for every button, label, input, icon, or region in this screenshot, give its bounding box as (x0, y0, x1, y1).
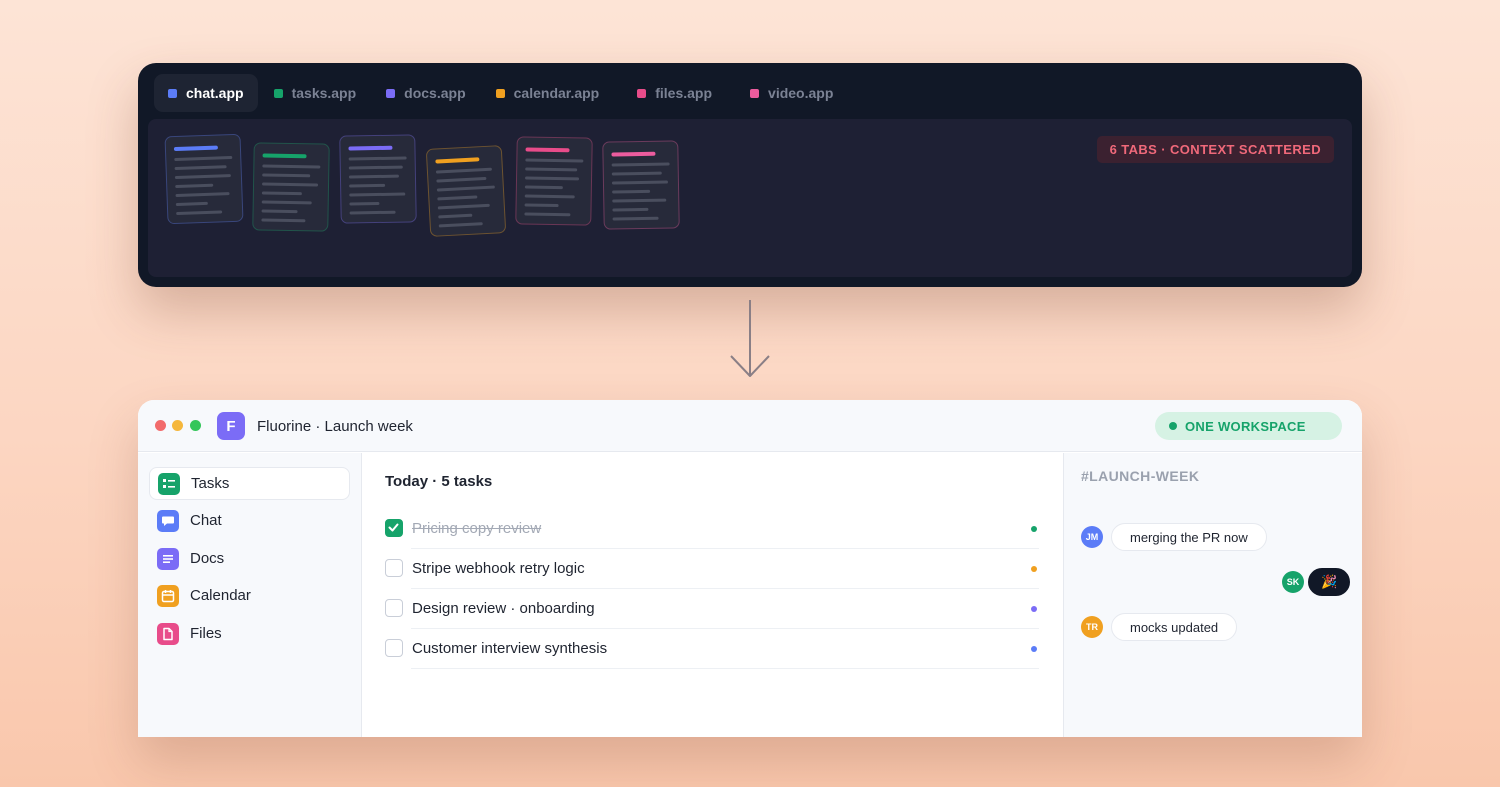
task-priority-dot (1031, 646, 1037, 652)
tab-calendar-app[interactable]: calendar.app (482, 74, 614, 112)
tab-chat-app[interactable]: chat.app (154, 74, 258, 112)
tab-label: chat.app (186, 85, 244, 101)
tab-tasks-app[interactable]: tasks.app (260, 74, 371, 112)
sidebar-item-calendar[interactable]: Calendar (149, 579, 350, 612)
arrow-down-icon (730, 300, 770, 377)
title-bar: F Fluorine · Launch week ONE WORKSPACE (138, 400, 1362, 452)
files-icon (157, 622, 179, 645)
avatar: SK (1282, 571, 1304, 593)
doc-card (252, 142, 330, 232)
minimize-window-button[interactable] (172, 420, 183, 431)
tab-color-icon (168, 88, 177, 98)
tasks-panel: Today · 5 tasks Pricing copy review Stri… (363, 453, 1063, 737)
close-window-button[interactable] (155, 420, 166, 431)
task-label: Customer interview synthesis (412, 640, 608, 657)
tasks-icon (158, 472, 180, 495)
task-checkbox[interactable] (385, 599, 403, 617)
tab-label: docs.app (404, 85, 466, 101)
browser-tab-bar: chat.app tasks.app docs.app calendar.app… (154, 73, 849, 113)
avatar: TR (1081, 616, 1103, 638)
browser-content: 6 TABS · CONTEXT SCATTERED (148, 119, 1352, 277)
chat-icon (157, 509, 179, 532)
task-row[interactable]: Stripe webhook retry logic (385, 549, 1039, 589)
check-icon (388, 523, 399, 532)
status-dot-icon (1169, 422, 1177, 430)
task-priority-dot (1031, 606, 1037, 612)
sidebar-item-tasks[interactable]: Tasks (149, 467, 350, 500)
chat-panel: #LAUNCH-WEEK JM merging the PR now SK 🎉 … (1063, 453, 1362, 737)
sidebar: Tasks Chat Docs Calendar Files (138, 453, 362, 737)
doc-card (425, 145, 507, 237)
tab-files-app[interactable]: files.app (623, 74, 726, 112)
channel-name: #LAUNCH-WEEK (1081, 468, 1200, 484)
task-checkbox[interactable] (385, 519, 403, 537)
tab-label: calendar.app (513, 85, 600, 101)
task-label: Design review · onboarding (412, 600, 595, 617)
badge-label: ONE WORKSPACE (1185, 418, 1306, 434)
workspace-title: Fluorine · Launch week (257, 418, 413, 435)
task-label: Stripe webhook retry logic (412, 560, 585, 577)
chat-message-emoji: 🎉 (1308, 568, 1351, 596)
tab-color-icon (637, 88, 647, 98)
page-title: Today · 5 tasks (385, 473, 493, 490)
task-row[interactable]: Design review · onboarding (385, 589, 1039, 629)
app-logo: F (217, 412, 245, 440)
one-workspace-badge: ONE WORKSPACE (1155, 412, 1342, 440)
calendar-icon (157, 584, 179, 607)
tab-docs-app[interactable]: docs.app (372, 74, 479, 112)
tab-color-icon (386, 88, 396, 98)
task-row[interactable]: Customer interview synthesis (385, 629, 1039, 669)
tab-color-icon (495, 88, 505, 98)
tab-color-icon (750, 88, 760, 98)
tab-color-icon (273, 88, 283, 98)
sidebar-item-label: Files (190, 625, 222, 642)
tab-label: files.app (655, 85, 713, 101)
doc-card (164, 133, 244, 225)
task-row[interactable]: Pricing copy review (385, 509, 1039, 549)
scattered-browser-window: chat.app tasks.app docs.app calendar.app… (138, 63, 1362, 287)
tab-video-app[interactable]: video.app (736, 74, 847, 112)
fluorine-workspace-window: F Fluorine · Launch week ONE WORKSPACE T… (138, 400, 1362, 737)
doc-card (515, 136, 593, 226)
doc-card (602, 140, 680, 230)
doc-card (339, 134, 417, 224)
task-checkbox[interactable] (385, 639, 403, 657)
avatar: JM (1081, 526, 1103, 548)
task-priority-dot (1031, 526, 1037, 532)
sidebar-item-chat[interactable]: Chat (149, 504, 350, 537)
sidebar-item-label: Chat (190, 512, 222, 529)
tab-label: video.app (768, 85, 834, 101)
tab-label: tasks.app (291, 85, 357, 101)
sidebar-item-docs[interactable]: Docs (149, 542, 350, 575)
sidebar-item-label: Tasks (191, 475, 230, 492)
context-scattered-badge: 6 TABS · CONTEXT SCATTERED (1096, 136, 1334, 163)
task-checkbox[interactable] (385, 559, 403, 577)
docs-icon (157, 547, 179, 570)
maximize-window-button[interactable] (190, 420, 201, 431)
chat-message: mocks updated (1111, 613, 1238, 641)
task-priority-dot (1031, 566, 1037, 572)
sidebar-item-label: Docs (190, 550, 225, 567)
sidebar-item-label: Calendar (190, 587, 251, 604)
task-label: Pricing copy review (412, 520, 542, 537)
sidebar-item-files[interactable]: Files (149, 617, 350, 650)
chat-message: merging the PR now (1111, 523, 1267, 551)
